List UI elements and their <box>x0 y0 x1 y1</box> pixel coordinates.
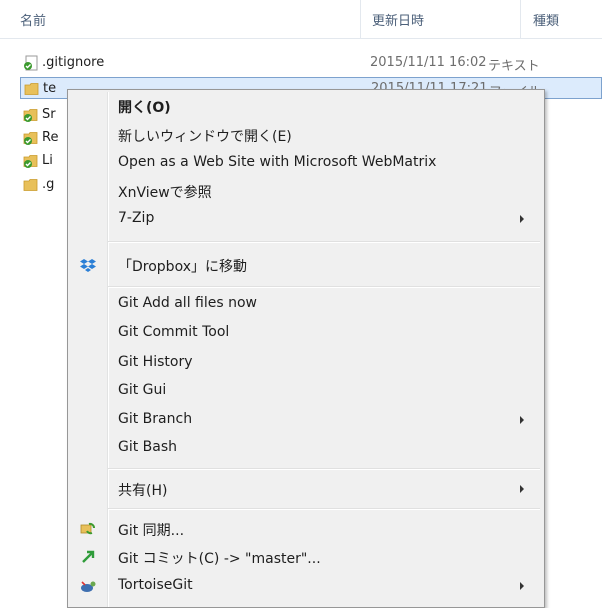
menu-item-open-webmatrix[interactable]: Open as a Web Site with Microsoft WebMat… <box>70 148 542 178</box>
file-type: テキスト <box>488 59 540 74</box>
menu-separator <box>108 468 540 470</box>
file-name: te <box>43 81 57 96</box>
menu-separator <box>108 508 540 510</box>
submenu-arrow-icon <box>520 416 524 424</box>
column-header: 名前 更新日時 種類 <box>0 0 602 39</box>
menu-item-share[interactable]: 共有(H) <box>70 474 542 504</box>
menu-separator <box>108 241 540 243</box>
menu-item-xnview[interactable]: XnViewで参照 <box>70 176 542 206</box>
menu-item-label: Open as a Web Site with Microsoft WebMat… <box>118 154 437 170</box>
menu-item-git-gui[interactable]: Git Gui <box>70 376 542 406</box>
submenu-arrow-icon <box>520 485 524 493</box>
git-folder-icon <box>23 155 38 168</box>
name-column-header[interactable]: 名前 <box>20 10 46 29</box>
menu-item-7zip[interactable]: 7-Zip <box>70 204 542 234</box>
menu-item-git-sync[interactable]: Git 同期... <box>70 514 542 544</box>
menu-item-label: Git コミット(C) -> "master"... <box>118 551 321 567</box>
menu-item-git-bash[interactable]: Git Bash <box>70 433 542 463</box>
menu-item-label: XnViewで参照 <box>118 185 212 201</box>
menu-item-git-history[interactable]: Git History <box>70 348 542 378</box>
menu-item-label: Git 同期... <box>118 523 185 539</box>
file-date: 2015/11/11 16:02 <box>370 55 487 70</box>
menu-item-git-commit-tool[interactable]: Git Commit Tool <box>70 318 542 348</box>
menu-item-label: 新しいウィンドウで開く(E) <box>118 129 292 145</box>
file-name: .gitignore <box>42 55 105 70</box>
menu-item-git-add-all[interactable]: Git Add all files now <box>70 289 542 319</box>
menu-item-label: Git Bash <box>118 439 178 455</box>
context-menu: 開く(O) 新しいウィンドウで開く(E) Open as a Web Site … <box>67 89 545 608</box>
menu-item-dropbox[interactable]: 「Dropbox」に移動 <box>70 250 542 280</box>
file-name: Li <box>42 153 53 168</box>
date-column-header[interactable]: 更新日時 <box>372 10 424 29</box>
file-name: Sr <box>42 107 56 122</box>
menu-item-open-new-window[interactable]: 新しいウィンドウで開く(E) <box>70 120 542 150</box>
git-commit-arrow-icon <box>82 550 95 563</box>
menu-item-label: 開く(O) <box>118 100 171 116</box>
menu-item-open[interactable]: 開く(O) <box>70 91 542 121</box>
dropbox-icon <box>80 259 96 272</box>
menu-item-tortoisegit[interactable]: TortoiseGit <box>70 571 542 601</box>
git-folder-icon <box>23 132 38 145</box>
menu-item-label: 7-Zip <box>118 210 155 226</box>
file-row[interactable]: .gitignore 2015/11/11 16:02 テキスト <box>20 52 602 74</box>
menu-item-label: Git Add all files now <box>118 295 257 311</box>
menu-item-label: 「Dropbox」に移動 <box>118 259 247 275</box>
git-file-icon <box>24 55 38 71</box>
menu-item-label: TortoiseGit <box>118 577 193 593</box>
menu-item-git-commit[interactable]: Git コミット(C) -> "master"... <box>70 542 542 572</box>
type-column-header[interactable]: 種類 <box>533 10 559 29</box>
git-folder-icon <box>23 109 38 122</box>
menu-item-label: Git History <box>118 354 193 370</box>
folder-icon <box>23 179 38 191</box>
folder-icon <box>24 83 39 95</box>
git-sync-icon <box>80 522 95 535</box>
submenu-arrow-icon <box>520 215 524 223</box>
column-divider[interactable] <box>360 0 361 38</box>
menu-item-label: Git Gui <box>118 382 167 398</box>
menu-item-label: Git Branch <box>118 411 193 427</box>
menu-item-label: 共有(H) <box>118 483 168 499</box>
menu-item-label: Git Commit Tool <box>118 324 230 340</box>
submenu-arrow-icon <box>520 582 524 590</box>
file-name: .g <box>42 177 55 192</box>
menu-item-git-branch[interactable]: Git Branch <box>70 405 542 435</box>
column-divider[interactable] <box>520 0 521 38</box>
file-name: Re <box>42 130 59 145</box>
menu-separator <box>108 286 540 288</box>
tortoisegit-icon <box>81 581 96 592</box>
